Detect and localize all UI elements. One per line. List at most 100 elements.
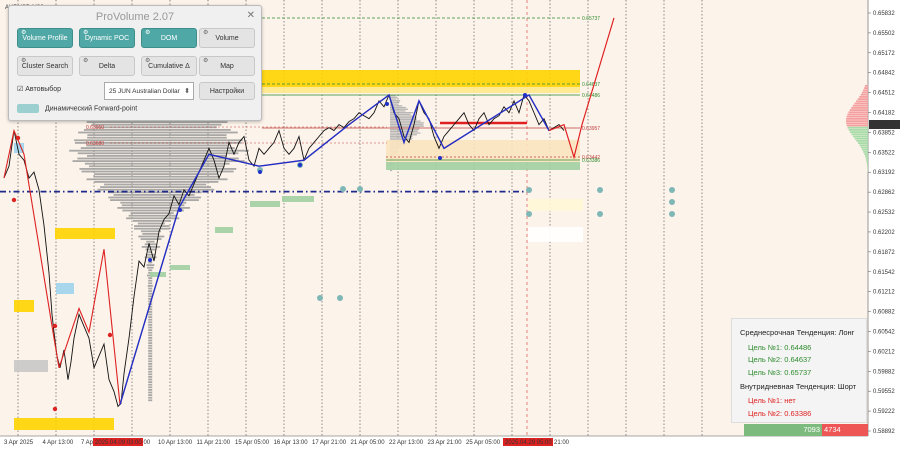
close-icon[interactable]: ✕ [247,10,255,21]
gear-icon[interactable]: ⚙ [203,57,208,65]
forward-point-toggle[interactable]: Динамический Forward-point [17,104,137,113]
profile-bar [148,360,152,362]
profile-bar-right [390,110,405,111]
profile-bar [148,399,152,401]
trading-chart-window: 0.65737 0.64637 0.64486 0.63957 0.63442 0.633… [0,0,900,449]
profile-bar [82,171,234,173]
profile-bar-right [390,138,413,139]
price-tick-label: 0.60542 [873,329,895,335]
axis-profile-bar [847,114,868,116]
profile-bar [148,319,152,321]
panel-button-0[interactable]: ⚙ Volume Profile [17,28,73,48]
axis-profile-bar [867,162,868,164]
profile-bar [148,394,152,396]
profile-bar-right [390,136,412,137]
axis-profile-bar [861,94,868,96]
profile-bar [94,181,218,183]
axis-profile-bar [849,129,868,131]
profile-bar [87,134,226,136]
gear-icon[interactable]: ⚙ [21,57,26,65]
axis-profile-bar [861,147,868,149]
price-tick-label: 0.64182 [873,111,895,117]
panel-button-4[interactable]: ⚙ Cluster Search [17,56,73,76]
level-low2-label: 0.63386 [582,158,600,164]
price-tick-label: 0.65172 [873,51,895,57]
auto-select-checkbox[interactable]: ☑ Автовыбор [17,85,61,93]
profile-bar [148,363,152,365]
volume-balance-bar: 7093 4734 [744,424,868,436]
blue-marker [385,102,389,106]
zone-rect [386,162,580,170]
teal-marker [340,186,346,192]
price-tick-label: 0.62862 [873,190,895,196]
toggle-switch-icon[interactable] [17,104,39,113]
profile-bar [148,277,152,279]
profile-bar [87,178,228,180]
profile-bar [148,381,152,383]
level-left1-label: 0.63950 [86,125,104,131]
profile-bar-right [390,97,397,98]
time-tick-label: 7 Apr [81,440,95,446]
profile-bar [84,129,231,131]
axis-profile-bar [864,87,868,89]
gear-icon[interactable]: ⚙ [21,29,26,37]
profile-bar [89,165,225,167]
profile-bar [148,316,152,318]
level-mid-label: 0.63957 [582,126,600,132]
profile-bar [148,290,152,292]
profile-bar [148,285,153,287]
panel-button-label: Delta [99,63,115,70]
panel-button-7[interactable]: ⚙ Map [199,56,255,76]
intra-target-1: Цель №1: нет [748,396,796,405]
profile-bar-right [390,114,411,115]
axis-profile-bar [854,103,868,105]
profile-bar [110,199,199,201]
profile-bar [78,132,238,134]
profile-bar [120,202,186,204]
profile-bar [148,373,152,375]
profile-bar [77,158,238,160]
gear-icon[interactable]: ⚙ [145,29,150,37]
instrument-select[interactable]: 25 JUN Australian Dollar ⬍ [104,82,194,100]
profile-bar [126,217,179,219]
profile-bar [129,215,176,217]
chevron-down-icon: ⬍ [184,83,190,101]
gear-icon[interactable]: ⚙ [83,29,88,37]
teal-marker [526,187,532,193]
profile-bar-right [390,124,423,125]
profile-bar [148,368,152,370]
panel-button-label: Map [220,63,234,70]
panel-button-2[interactable]: ⚙ DOM [141,28,197,48]
profile-bar [86,145,228,147]
settings-button[interactable]: Настройки [199,82,255,100]
time-tick-label: 16 Apr 13:00 [274,440,309,446]
panel-button-1[interactable]: ⚙ Dynamic POC [79,28,135,48]
panel-button-5[interactable]: ⚙ Delta [79,56,135,76]
axis-profile-bar [858,98,868,100]
price-tick-label: 0.61872 [873,250,895,256]
profile-bar [146,241,154,243]
profile-bar [69,150,249,152]
profile-bar [138,236,164,238]
price-tick-label: 0.59882 [873,369,895,375]
time-highlight-1-label: 2025.04.09 03:00 [95,440,142,446]
profile-bar [148,384,152,386]
gear-icon[interactable]: ⚙ [83,57,88,65]
axis-profile-bar [846,118,868,120]
profile-bar [148,321,152,323]
current-price-label: 0.63984 [871,123,893,129]
axis-profile-bar [867,166,868,168]
zone-rect [250,201,280,207]
zone-rect [386,140,580,162]
gear-icon[interactable]: ⚙ [203,29,208,37]
profile-bar [148,314,152,316]
gear-icon[interactable]: ⚙ [145,57,150,65]
panel-button-3[interactable]: ⚙ Volume [199,28,255,48]
profile-bar [148,288,152,290]
profile-bar [131,212,174,214]
level-target3-label: 0.65737 [582,16,600,22]
teal-marker [597,211,603,217]
profile-bar [146,264,154,266]
panel-button-6[interactable]: ⚙ Cumulative Δ [141,56,197,76]
price-tick-label: 0.62532 [873,210,895,216]
